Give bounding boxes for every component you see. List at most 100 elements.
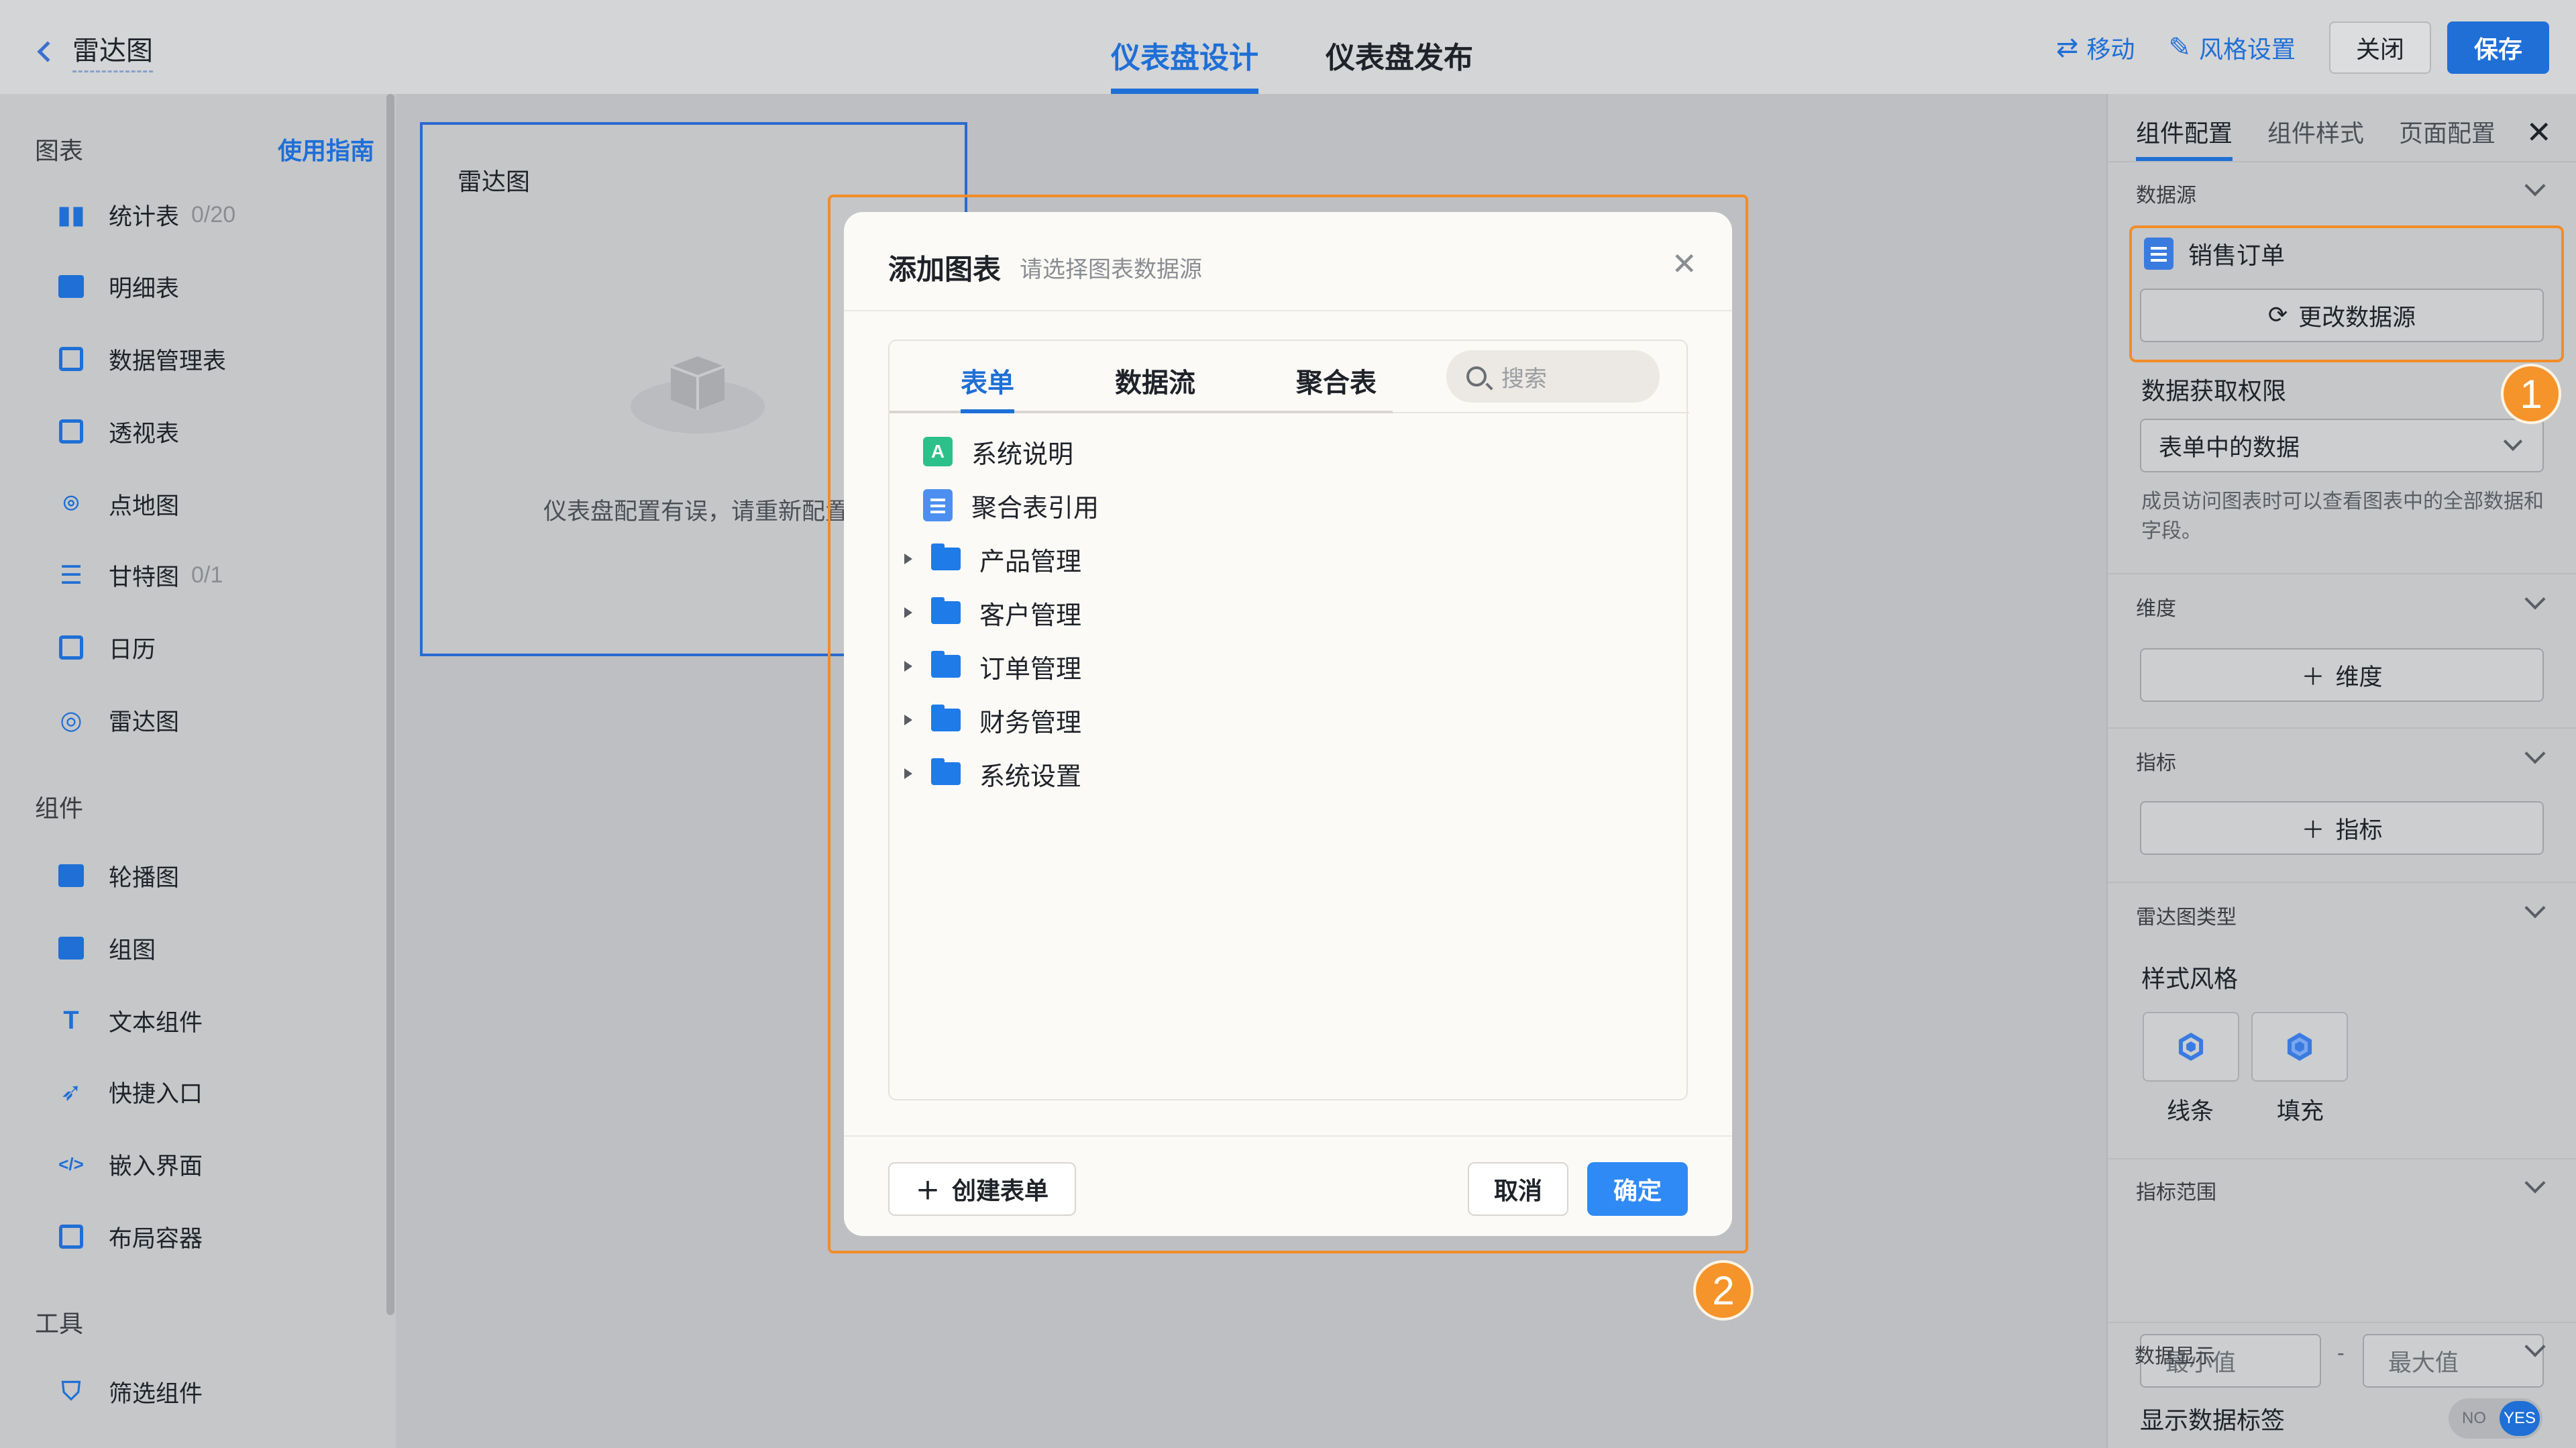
sidebar-item-radar[interactable]: ◎ 雷达图 xyxy=(56,700,179,740)
chevron-down-icon[interactable] xyxy=(2524,743,2546,764)
sidebar-scrollbar[interactable] xyxy=(386,94,394,1315)
tab-component-config[interactable]: 组件配置 xyxy=(2136,114,2233,161)
sidebar-item-data-management-table[interactable]: 数据管理表 xyxy=(56,339,226,379)
empty-box-icon xyxy=(631,356,765,433)
tab-aggregate-table[interactable]: 聚合表 xyxy=(1296,361,1377,413)
create-form-button[interactable]: ＋ 创建表单 xyxy=(888,1162,1076,1216)
tree-item-aggregate-reference[interactable]: 聚合表引用 xyxy=(890,484,1099,526)
radar-icon: ◎ xyxy=(60,706,83,735)
dialog-footer: ＋ 创建表单 取消 确定 xyxy=(844,1135,1732,1236)
style-option-fill-label: 填充 xyxy=(2277,1098,2324,1125)
usage-guide-link[interactable]: 使用指南 xyxy=(278,132,374,166)
search-icon xyxy=(1466,366,1487,386)
sidebar-item-text[interactable]: T 文本组件 xyxy=(56,1000,203,1041)
search-input[interactable]: 搜索 xyxy=(1446,350,1660,403)
map-pin-icon: ⌾ xyxy=(63,489,79,518)
chevron-down-icon[interactable] xyxy=(2524,1172,2546,1194)
show-data-labels-toggle[interactable]: NO YES xyxy=(2449,1398,2542,1439)
tree-folder-customer[interactable]: 客户管理 xyxy=(890,592,1081,633)
source-type-tabs: 表单 数据流 聚合表 搜索 xyxy=(890,341,1689,413)
style-settings-button[interactable]: ✎ 风格设置 xyxy=(2168,30,2296,65)
confirm-button[interactable]: 确定 xyxy=(1587,1162,1688,1216)
hexagon-filled-icon xyxy=(2287,1033,2312,1061)
toggle-no: NO xyxy=(2462,1409,2486,1427)
sidebar-item-layout-container[interactable]: 布局容器 xyxy=(56,1217,203,1257)
top-bar: 雷达图 仪表盘设计 仪表盘发布 ⇄ 移动 ✎ 风格设置 关闭 保存 xyxy=(0,0,2576,94)
close-icon[interactable]: ✕ xyxy=(1671,246,1697,282)
data-table-icon xyxy=(56,344,86,374)
cancel-button[interactable]: 取消 xyxy=(1468,1162,1568,1216)
data-source-heading: 数据源 xyxy=(2136,185,2196,207)
caret-right-icon[interactable] xyxy=(904,715,912,725)
sidebar-item-calendar[interactable]: 日历 xyxy=(56,627,156,668)
tab-forms[interactable]: 表单 xyxy=(961,361,1014,413)
tab-data-flow[interactable]: 数据流 xyxy=(1115,361,1195,413)
tree-folder-product[interactable]: 产品管理 xyxy=(890,538,1081,580)
pivot-table-icon xyxy=(56,417,86,446)
divider xyxy=(2108,882,2576,883)
tab-page-config[interactable]: 页面配置 xyxy=(2399,114,2496,161)
close-icon[interactable]: ✕ xyxy=(2526,114,2552,150)
permission-hint: 成员访问图表时可以查看图表中的全部数据和字段。 xyxy=(2141,490,2544,542)
top-actions: ⇄ 移动 ✎ 风格设置 关闭 保存 xyxy=(2056,21,2549,74)
sidebar-item-pivot-table[interactable]: 透视表 xyxy=(56,411,179,452)
tab-dashboard-design[interactable]: 仪表盘设计 xyxy=(1111,27,1258,94)
tree-folder-finance[interactable]: 财务管理 xyxy=(890,699,1081,741)
add-chart-dialog: 添加图表 请选择图表数据源 ✕ 表单 数据流 聚合表 搜索 A 系统说明 聚合表… xyxy=(844,212,1732,1236)
sidebar-item-detail-table[interactable]: 明细表 xyxy=(56,266,179,307)
style-option-line-label: 线条 xyxy=(2167,1098,2214,1125)
permission-select[interactable]: 表单中的数据 xyxy=(2140,419,2544,472)
plus-icon: ＋ xyxy=(915,1177,940,1204)
app-icon: A xyxy=(923,437,953,466)
charts-heading: 图表 xyxy=(35,137,84,164)
caret-right-icon[interactable] xyxy=(904,661,912,672)
sidebar-item-image-group[interactable]: 组图 xyxy=(56,928,156,968)
sidebar-item-embed[interactable]: </> 嵌入界面 xyxy=(56,1144,203,1184)
config-error-message: 仪表盘配置有误，请重新配置 xyxy=(543,499,849,525)
change-data-source-button[interactable]: ⟳ 更改数据源 xyxy=(2140,289,2544,342)
divider xyxy=(2108,727,2576,729)
close-button[interactable]: 关闭 xyxy=(2328,21,2431,74)
divider xyxy=(2106,1322,2576,1323)
caret-right-icon[interactable] xyxy=(904,554,912,564)
chevron-down-icon[interactable] xyxy=(2524,588,2546,610)
style-option-line[interactable] xyxy=(2143,1012,2239,1082)
tab-dashboard-publish[interactable]: 仪表盘发布 xyxy=(1326,27,1473,94)
chevron-down-icon[interactable] xyxy=(2524,897,2546,919)
divider xyxy=(2108,573,2576,574)
search-placeholder: 搜索 xyxy=(1501,366,1547,392)
back-button[interactable]: 雷达图 xyxy=(37,27,153,74)
divider xyxy=(2108,1158,2576,1159)
gantt-icon: ☰ xyxy=(59,561,83,590)
add-metric-button[interactable]: ＋ 指标 xyxy=(2140,801,2544,855)
sidebar-item-filter[interactable]: ⛉ 筛选组件 xyxy=(56,1372,203,1412)
swap-arrows-icon: ⇄ xyxy=(2055,33,2079,62)
sidebar-item-point-map[interactable]: ⌾ 点地图 xyxy=(56,484,179,524)
sidebar-item-gantt[interactable]: ☰ 甘特图 0/1 xyxy=(56,555,223,595)
chevron-left-icon xyxy=(37,41,58,62)
folder-icon xyxy=(931,758,961,785)
dashboard-title[interactable]: 雷达图 xyxy=(72,29,153,72)
range-max-input[interactable]: 最大值 xyxy=(2363,1334,2544,1388)
tree-folder-order[interactable]: 订单管理 xyxy=(890,645,1081,687)
move-button[interactable]: ⇄ 移动 xyxy=(2056,30,2135,65)
components-heading: 组件 xyxy=(35,794,84,822)
style-option-fill[interactable] xyxy=(2251,1012,2348,1082)
tree-item-system-notes[interactable]: A 系统说明 xyxy=(890,431,1073,472)
step-badge-2: 2 xyxy=(1693,1260,1754,1321)
config-panel: 组件配置 组件样式 页面配置 ✕ 数据源 销售订单 ⟳ 更改数据源 数据获取权限… xyxy=(2106,94,2576,1448)
chevron-down-icon[interactable] xyxy=(2524,175,2546,197)
calendar-icon xyxy=(56,633,86,662)
sidebar-item-carousel[interactable]: 轮播图 xyxy=(56,856,179,896)
tab-component-style[interactable]: 组件样式 xyxy=(2267,114,2364,161)
save-button[interactable]: 保存 xyxy=(2447,21,2549,74)
data-display-heading: 数据显示 xyxy=(2135,1345,2215,1367)
add-dimension-button[interactable]: ＋ 维度 xyxy=(2140,648,2544,702)
divider xyxy=(2108,161,2576,162)
carousel-icon xyxy=(56,861,86,890)
caret-right-icon[interactable] xyxy=(904,768,912,779)
tree-folder-system-settings[interactable]: 系统设置 xyxy=(890,753,1081,794)
sidebar-item-stats-table[interactable]: ▮▮ 统计表 0/20 xyxy=(56,195,235,235)
sidebar-item-quick-entry[interactable]: ➶ 快捷入口 xyxy=(56,1072,203,1112)
caret-right-icon[interactable] xyxy=(904,607,912,618)
